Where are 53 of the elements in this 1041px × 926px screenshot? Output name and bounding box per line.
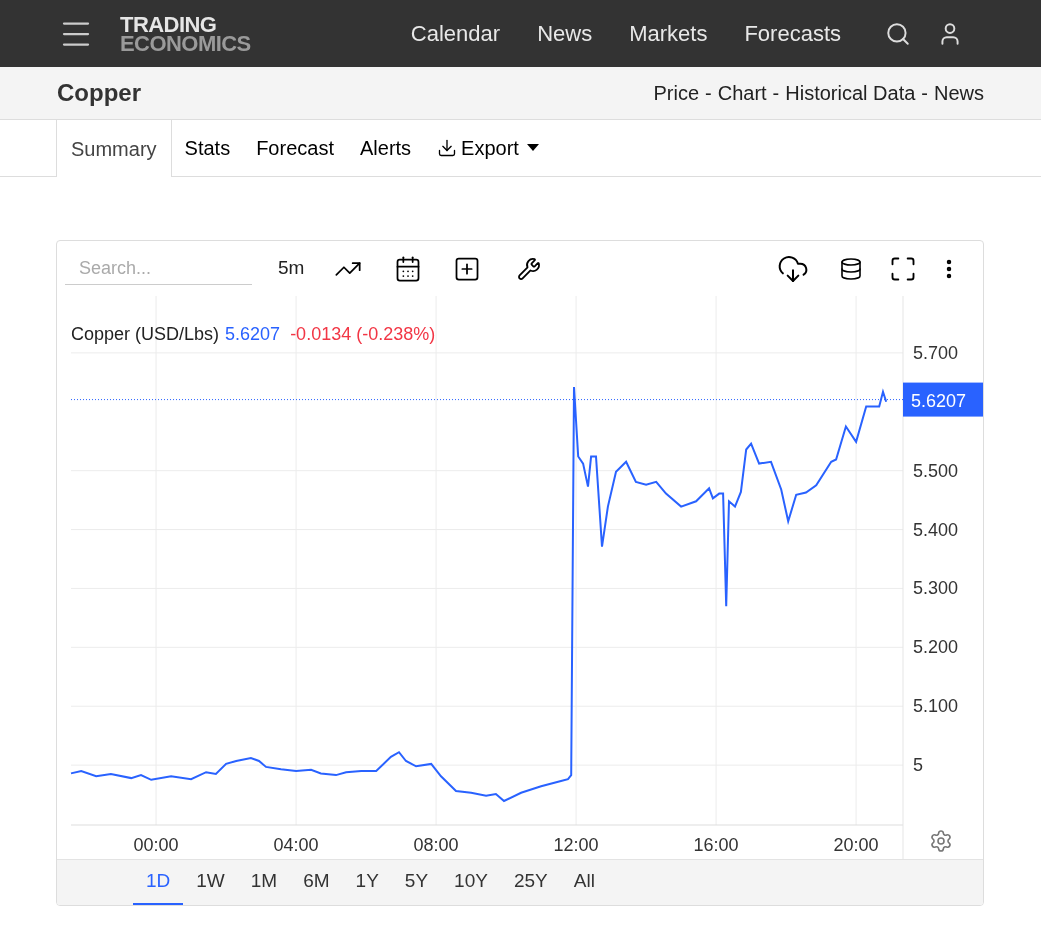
tab[interactable]: Stats — [171, 119, 244, 176]
download-icon — [437, 137, 458, 158]
caret-icon — [526, 144, 539, 151]
nav-link[interactable]: Forecasts — [744, 17, 841, 50]
y-axis-label: 5 — [913, 755, 923, 776]
link-separator: - — [921, 81, 928, 106]
range-button[interactable]: 6M — [290, 860, 343, 905]
y-axis-label: 5.400 — [913, 519, 959, 540]
y-axis-label: 5.200 — [913, 637, 959, 658]
price-badge-label: 5.6207 — [911, 390, 967, 411]
y-axis-label: 5.500 — [913, 460, 959, 481]
section-link[interactable]: News — [934, 78, 984, 108]
y-axis-label: 5.100 — [913, 696, 959, 717]
database-icon[interactable] — [839, 256, 863, 281]
x-axis-label: 00:00 — [133, 835, 179, 855]
y-axis-label: 5.700 — [913, 342, 959, 363]
x-axis-label: 04:00 — [273, 835, 319, 855]
range-button[interactable]: 1M — [237, 860, 291, 905]
interval-button[interactable]: 5m — [278, 254, 305, 283]
range-button[interactable]: 10Y — [441, 860, 501, 905]
range-button[interactable]: 1W — [183, 860, 238, 905]
range-button[interactable]: 25Y — [500, 860, 561, 905]
logo-text[interactable]: ECONOMICS — [120, 33, 251, 53]
search-field[interactable]: Search... — [65, 252, 252, 285]
legend-change: -0.0134 (-0.238%) — [290, 323, 436, 346]
page-title: Copper — [57, 78, 141, 108]
wrench-icon[interactable] — [517, 256, 542, 281]
link-separator: - — [705, 81, 712, 106]
export-dropdown[interactable]: Export — [424, 119, 552, 176]
logo-text[interactable]: TRADING — [120, 14, 251, 34]
y-axis-label: 5.300 — [913, 578, 959, 599]
nav-link[interactable]: Calendar — [410, 17, 501, 50]
nav-link[interactable]: Markets — [629, 17, 708, 50]
legend-title: Copper (USD/Lbs) — [71, 323, 220, 346]
tab[interactable]: Alerts — [346, 119, 425, 176]
x-axis-label: 08:00 — [413, 835, 459, 855]
nav-link[interactable]: News — [537, 17, 593, 50]
link-separator: - — [772, 81, 780, 106]
section-link[interactable]: Historical Data — [785, 78, 916, 108]
x-axis-label: 16:00 — [693, 835, 739, 855]
range-button[interactable]: 1Y — [342, 860, 392, 905]
section-link[interactable]: Price — [653, 78, 699, 108]
range-button[interactable]: All — [560, 860, 608, 905]
settings-icon[interactable] — [929, 829, 953, 853]
legend-price: 5.6207 — [225, 323, 281, 346]
x-axis-label: 12:00 — [553, 835, 599, 855]
search-icon[interactable] — [885, 20, 911, 47]
section-link[interactable]: Chart — [717, 78, 767, 108]
range-button[interactable]: 5Y — [391, 860, 442, 905]
tab[interactable]: Forecast — [243, 119, 347, 176]
x-axis-label: 20:00 — [833, 835, 879, 855]
tab[interactable]: Summary — [56, 120, 172, 177]
range-button[interactable]: 1D — [133, 860, 184, 905]
